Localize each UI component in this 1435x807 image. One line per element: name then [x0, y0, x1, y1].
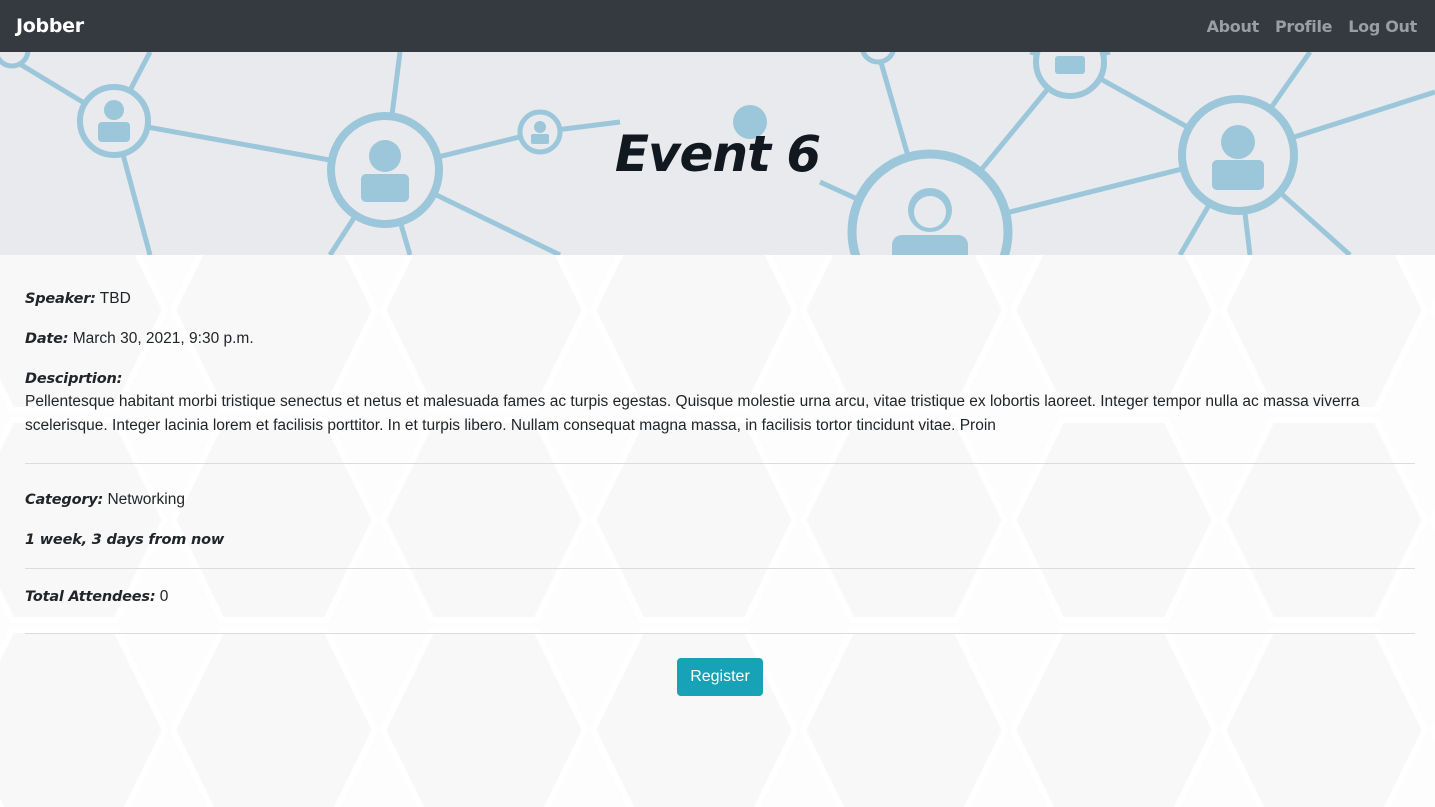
divider: [25, 568, 1415, 569]
category-value: Networking: [107, 491, 185, 508]
date-label: Date:: [25, 331, 69, 347]
category-label: Category:: [25, 492, 104, 508]
nav-link-profile[interactable]: Profile: [1275, 17, 1333, 36]
category-row: Category: Networking: [25, 488, 185, 512]
description-text: Pellentesque habitant morbi tristique se…: [25, 393, 1360, 434]
divider: [25, 463, 1415, 464]
time-until-row: 1 week, 3 days from now: [25, 528, 224, 552]
nav-link-logout[interactable]: Log Out: [1348, 17, 1417, 36]
brand-logo[interactable]: Jobber: [16, 15, 84, 37]
nav-links: About Profile Log Out: [1207, 17, 1418, 36]
speaker-label: Speaker:: [25, 291, 96, 307]
attendees-value: 0: [159, 588, 169, 605]
event-details-section: Speaker: TBD Date: March 30, 2021, 9:30 …: [0, 255, 1435, 807]
description-label-row: Desciprtion:: [25, 367, 122, 391]
date-value: March 30, 2021, 9:30 p.m.: [72, 330, 254, 347]
nav-link-about[interactable]: About: [1207, 17, 1260, 36]
attendees-row: Total Attendees: 0: [25, 585, 168, 609]
description-label: Desciprtion:: [25, 371, 123, 387]
event-hero-banner: Event 6: [0, 52, 1435, 255]
attendees-label: Total Attendees:: [25, 589, 156, 605]
top-navbar: Jobber About Profile Log Out: [0, 0, 1435, 52]
event-title: Event 6: [614, 124, 821, 183]
date-row: Date: March 30, 2021, 9:30 p.m.: [25, 327, 254, 351]
speaker-row: Speaker: TBD: [25, 287, 131, 311]
time-until-text: 1 week, 3 days from now: [25, 532, 225, 548]
register-button[interactable]: Register: [677, 658, 763, 696]
divider: [25, 633, 1415, 634]
speaker-value: TBD: [99, 290, 131, 307]
